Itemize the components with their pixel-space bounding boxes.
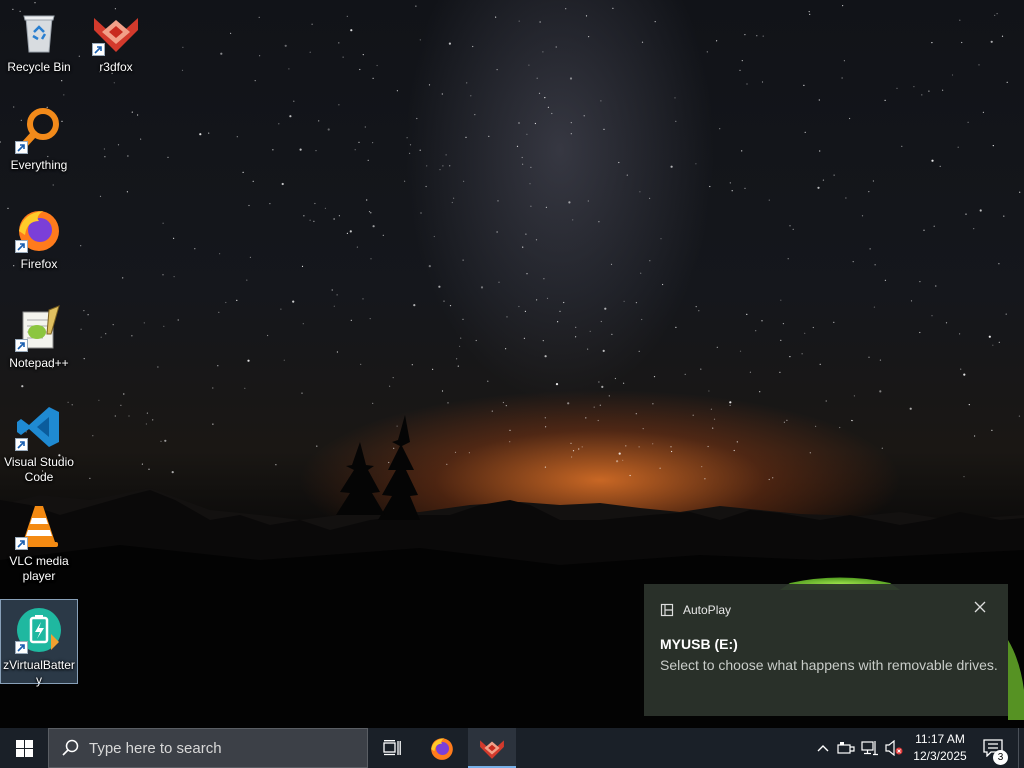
- windows-logo-icon: [15, 739, 33, 757]
- toast-app-name: AutoPlay: [683, 603, 732, 617]
- desktop-icon-firefox[interactable]: Firefox: [1, 199, 77, 279]
- shortcut-arrow-icon: [15, 339, 28, 352]
- desktop-icon-label: zVirtualBattery: [3, 658, 75, 687]
- task-view-button[interactable]: [368, 728, 416, 768]
- chevron-up-icon: [817, 745, 829, 752]
- network-icon: [861, 741, 878, 756]
- desktop-icon-label: Visual Studio Code: [4, 455, 74, 484]
- notepad-plus-plus-icon: [15, 304, 63, 352]
- desktop-icon-vlc[interactable]: VLC media player: [1, 496, 77, 586]
- usb-drive-icon: [837, 742, 855, 754]
- r3dfox-icon: [480, 740, 504, 759]
- show-hidden-icons-button[interactable]: [812, 728, 834, 768]
- recycle-bin-icon: [15, 8, 63, 56]
- taskbar: Type here to search 11:17 AM 12/3/2025 3: [0, 728, 1024, 768]
- desktop-icon-label: Notepad++: [9, 356, 69, 370]
- desktop-icon-everything[interactable]: Everything: [1, 100, 77, 180]
- start-button[interactable]: [0, 728, 48, 768]
- taskbar-clock[interactable]: 11:17 AM 12/3/2025: [906, 728, 974, 768]
- toast-header: AutoPlay: [660, 603, 731, 617]
- autoplay-notification[interactable]: AutoPlay MYUSB (E:) Select to choose wha…: [644, 584, 1008, 716]
- r3dfox-icon: [92, 8, 140, 56]
- taskbar-firefox-button[interactable]: [418, 728, 466, 768]
- vscode-icon: [15, 403, 63, 451]
- desktop-icon-label: r3dfox: [99, 60, 133, 74]
- toast-title: MYUSB (E:): [660, 636, 738, 652]
- desktop-icon-notepad-plus-plus[interactable]: Notepad++: [1, 298, 77, 378]
- firefox-icon: [15, 205, 63, 253]
- desktop-icon-label: VLC media player: [9, 554, 69, 583]
- search-placeholder: Type here to search: [89, 739, 222, 757]
- search-icon: [62, 739, 79, 756]
- everything-search-icon: [15, 106, 63, 154]
- clock-time: 11:17 AM: [915, 732, 965, 746]
- clock-date: 12/3/2025: [913, 749, 967, 763]
- notification-count-badge: 3: [993, 750, 1008, 765]
- desktop-icon-label: Recycle Bin: [7, 60, 71, 74]
- desktop-icon-r3dfox[interactable]: r3dfox: [78, 2, 154, 82]
- taskbar-r3dfox-button[interactable]: [468, 728, 516, 768]
- action-center-button[interactable]: 3: [978, 728, 1008, 768]
- tray-network[interactable]: [859, 728, 881, 768]
- shortcut-arrow-icon: [15, 641, 28, 654]
- autoplay-icon: [660, 603, 674, 617]
- desktop-icon-label: Firefox: [20, 257, 58, 271]
- toast-message: Select to choose what happens with remov…: [660, 657, 998, 673]
- taskbar-search-box[interactable]: Type here to search: [48, 728, 368, 768]
- tray-volume[interactable]: [883, 728, 905, 768]
- shortcut-arrow-icon: [92, 43, 105, 56]
- task-view-icon: [383, 740, 401, 756]
- shortcut-arrow-icon: [15, 438, 28, 451]
- desktop-icon-vscode[interactable]: Visual Studio Code: [1, 397, 77, 487]
- shortcut-arrow-icon: [15, 141, 28, 154]
- shortcut-arrow-icon: [15, 537, 28, 550]
- shortcut-arrow-icon: [15, 240, 28, 253]
- volume-muted-icon: [885, 740, 903, 756]
- zvirtualbattery-icon: [15, 606, 63, 654]
- close-icon[interactable]: [972, 601, 988, 617]
- desktop-icon-recycle-bin[interactable]: Recycle Bin: [1, 2, 77, 82]
- vlc-icon: [15, 502, 63, 550]
- show-desktop-button[interactable]: [1018, 728, 1024, 768]
- tray-usb-drive[interactable]: [835, 728, 857, 768]
- desktop-icon-label: Everything: [10, 158, 68, 172]
- firefox-icon: [431, 738, 453, 760]
- desktop-icon-zvirtualbattery[interactable]: zVirtualBattery: [0, 599, 78, 687]
